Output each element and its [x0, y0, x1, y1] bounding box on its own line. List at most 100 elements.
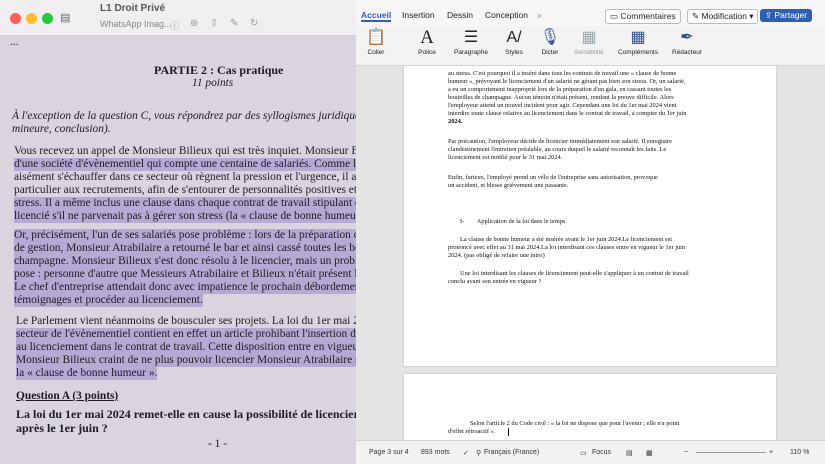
doc-line: conclu avant son entrée en vigueur ?: [448, 278, 542, 285]
para3-line: Monsieur Bilieux craint de ne plus pouvo…: [16, 354, 356, 367]
para1-line: stress. Il a même inclus une clause dans…: [14, 197, 356, 210]
word-title-bar: [356, 0, 825, 8]
question-line: après le 1er juin ?: [16, 421, 108, 435]
doc-line: un accident, et blesse grièvement une pa…: [448, 182, 569, 189]
doc-line: 2024. (pas obligé de refaire une intro): [448, 252, 545, 259]
tab-insertion[interactable]: Insertion: [402, 10, 435, 20]
styles-button[interactable]: A/Styles: [494, 26, 534, 56]
document-page[interactable]: Selon l'article 2 du Code civil : « la l…: [404, 374, 776, 440]
share-icon[interactable]: ⇧: [210, 18, 218, 29]
doc-line: Enfin, furieux, l'employé prend un vélo …: [448, 174, 658, 181]
status-bar: Page 3 sur 4 893 mots ✓ ⚲ Français (Fran…: [356, 440, 825, 464]
dictate-button[interactable]: 🎙 Dicter: [530, 26, 570, 56]
markup-icon[interactable]: ✎: [230, 18, 238, 29]
doc-line: bouteilles de champagne. Aucun témoin n'…: [448, 94, 674, 101]
display-settings-icon[interactable]: ▭: [580, 449, 587, 457]
para3-line: au licenciement dans le contrat de trava…: [16, 341, 356, 354]
question-line: La loi du 1er mai 2024 remet-elle en cau…: [16, 407, 356, 421]
minimize-window-icon[interactable]: [26, 13, 37, 24]
page-number: - 1 -: [208, 438, 227, 450]
rotate-icon[interactable]: ↻: [250, 18, 258, 29]
para2-line: champagne. Monsieur Bilieux s'est donc r…: [14, 255, 356, 268]
section-heading: I- Application de la loi dans le temps: [460, 218, 566, 225]
question-heading: Question A (3 points): [16, 390, 119, 402]
doc-line: a eu un comportement inapproprié lors de…: [448, 86, 672, 93]
doc-line: clandestinement l'entretien préalable, a…: [448, 146, 667, 153]
paste-button[interactable]: 📋 Coller: [356, 26, 396, 56]
more-tabs[interactable]: »: [537, 10, 542, 20]
sensitivity-button[interactable]: ▦ Sensibilité: [569, 26, 609, 56]
word-count[interactable]: 893 mots: [421, 449, 450, 456]
editor-icon: ✒: [680, 29, 694, 46]
info-icon[interactable]: ⓘ: [170, 19, 179, 32]
addins-button[interactable]: ▦ Compléments: [618, 26, 658, 56]
intro-line: À l'exception de la question C, vous rép…: [12, 110, 356, 122]
sensitivity-icon: ▦: [581, 29, 597, 46]
zoom-icon[interactable]: ⊕: [190, 18, 198, 29]
print-layout-icon[interactable]: ▤: [626, 449, 633, 457]
intro-line: mineure, conclusion).: [12, 123, 111, 135]
maximize-window-icon[interactable]: [42, 13, 53, 24]
viewer-toolbar: ▤ L1 Droit Privé WhatsApp Imag... ⓘ ⊕ ⇧ …: [0, 0, 356, 36]
window-title: L1 Droit Privé: [100, 3, 166, 14]
para2-line: Or, précisément, l'un de ses salariés po…: [14, 229, 356, 242]
font-icon: A: [420, 27, 434, 48]
doc-line: Par précaution, l'employeur décide de li…: [448, 138, 673, 145]
zoom-slider[interactable]: [696, 452, 766, 453]
ribbon-toolbar: 📋 Coller A Police ☰ Paragraphe A/Styles 🎙 Di…: [356, 26, 825, 66]
sidebar-toggle-icon[interactable]: ▤: [60, 11, 70, 24]
doc-line: La clause de bonne humeur a été insérée …: [460, 236, 673, 243]
para2-line: Le chef d'entreprise attendait donc avec…: [14, 281, 356, 294]
para1-line: licencié s'il ne parvenait pas à gérer s…: [14, 210, 356, 223]
tab-accueil[interactable]: Accueil: [361, 10, 392, 22]
comment-icon: ▭: [610, 11, 621, 21]
zoom-out-icon[interactable]: −: [684, 449, 688, 456]
doc-line: prononcé avec effet au 31 mai 2024.La lo…: [448, 244, 686, 251]
doc-line: l'employeur attend un nouvel incident po…: [448, 102, 677, 109]
paragraph-icon: ☰: [463, 29, 479, 46]
para2-line: pose : personne d'autre que Messieurs At…: [14, 268, 356, 281]
image-viewer-window: ▤ L1 Droit Privé WhatsApp Imag... ⓘ ⊕ ⇧ …: [0, 0, 356, 464]
document-canvas[interactable]: au stress. C'est pourquoi il a inséré da…: [356, 66, 825, 440]
font-button[interactable]: A Police: [407, 26, 447, 56]
focus-button[interactable]: Focus: [592, 449, 611, 456]
doc-line: 2024.: [448, 118, 463, 125]
document-page[interactable]: au stress. C'est pourquoi il a inséré da…: [404, 66, 776, 366]
modification-button[interactable]: ✎ Modification ▾: [687, 9, 759, 24]
para2-line: témoignages et procéder au licenciement.: [14, 294, 203, 307]
tab-dessin[interactable]: Dessin: [447, 10, 473, 20]
doc-line: humeur », prévoyant le licenciement d'un…: [448, 78, 686, 85]
editor-button[interactable]: ✒ Rédacteur: [667, 26, 707, 56]
ribbon-tabs: Accueil Insertion Dessin Conception » ▭ …: [356, 8, 825, 26]
para2-line: de gestion, Monsieur Atrabilaire a retou…: [14, 242, 356, 255]
web-layout-icon[interactable]: ▦: [646, 449, 653, 457]
styles-icon: A/: [506, 29, 522, 46]
doc-line: Une loi interdisant les clauses de licen…: [460, 270, 689, 277]
zoom-in-icon[interactable]: +: [769, 449, 773, 456]
part-points: 11 points: [192, 77, 234, 89]
doc-line: d'effet rétroactif ».: [448, 428, 496, 435]
comments-button[interactable]: ▭ Commentaires: [605, 9, 681, 24]
para1-line: particulier aux recrutements, afin de s'…: [14, 184, 356, 196]
word-window: Accueil Insertion Dessin Conception » ▭ …: [356, 0, 825, 464]
doc-line: licenciement est notifié pour le 31 mai …: [448, 154, 563, 161]
paragraph-button[interactable]: ☰ Paragraphe: [451, 26, 491, 56]
page-counter[interactable]: Page 3 sur 4: [369, 449, 409, 456]
viewer-tab[interactable]: WhatsApp Imag...: [100, 19, 172, 29]
tab-conception[interactable]: Conception: [485, 10, 528, 20]
share-button[interactable]: ⇪ Partager: [760, 9, 813, 22]
para1-line: d'une société d'évènementiel qui compte …: [14, 158, 356, 171]
language-selector[interactable]: Français (France): [484, 449, 539, 456]
grid-icon: ▦: [630, 29, 646, 46]
close-window-icon[interactable]: [10, 13, 21, 24]
text-cursor: [508, 428, 509, 436]
zoom-level[interactable]: 110 %: [790, 449, 809, 456]
chevron-down-icon: ▾: [746, 11, 754, 21]
top-fragment: ...: [10, 36, 19, 48]
microphone-icon: 🎙: [539, 29, 561, 46]
accessibility-icon[interactable]: ⚲: [476, 449, 481, 457]
doc-line: au stress. C'est pourquoi il a inséré da…: [448, 70, 677, 77]
para1-line: aisément s'échauffer dans ce secteur où …: [14, 171, 356, 183]
scanned-document: ... PARTIE 2 : Cas pratique 11 points À …: [0, 36, 356, 464]
spellcheck-icon[interactable]: ✓: [463, 449, 469, 457]
